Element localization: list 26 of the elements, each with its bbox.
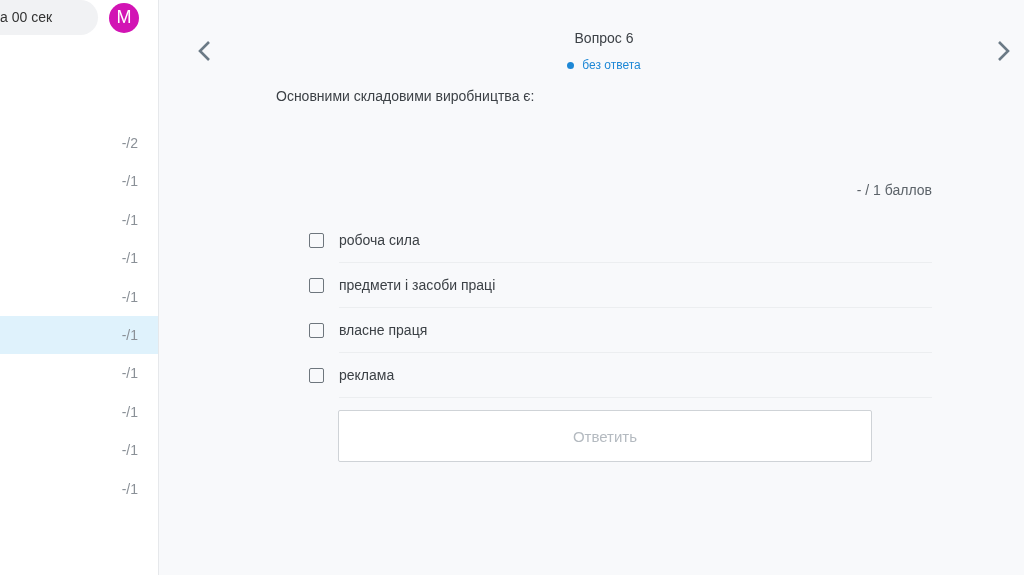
question-text: Основними складовими виробництва є: [276,88,536,104]
option-label[interactable]: власне праця [339,308,932,353]
points: - / 1 баллов [856,182,932,198]
question-list-item[interactable]: -/1 [0,239,158,278]
checkbox[interactable] [309,233,324,248]
question-list-item[interactable]: -/1 [0,354,158,393]
checkbox[interactable] [309,323,324,338]
option-label[interactable]: робоча сила [339,218,932,263]
avatar[interactable]: M [109,2,139,33]
chevron-left-icon[interactable] [197,40,211,62]
option-label[interactable]: реклама [339,353,932,398]
checkbox[interactable] [309,278,324,293]
question-list-item[interactable]: -/1 [0,392,158,432]
question-list-item[interactable]: -/1 [0,469,158,508]
timer: а 00 сек [0,0,98,35]
checkbox[interactable] [309,368,324,383]
option-label[interactable]: предмети і засоби праці [339,263,932,308]
question-title: Вопрос 6 [574,30,634,46]
question-list-item[interactable]: -/1 [0,431,158,470]
question-list-item[interactable]: -/1 [0,162,158,201]
question-list-item[interactable]: -/2 [0,124,158,163]
question-list-item[interactable]: -/1 [0,315,158,355]
question-list-item[interactable]: -/1 [0,200,158,240]
question-list-item[interactable]: -/1 [0,277,158,316]
chevron-right-icon[interactable] [997,40,1011,62]
status-label: без ответа [582,58,641,72]
